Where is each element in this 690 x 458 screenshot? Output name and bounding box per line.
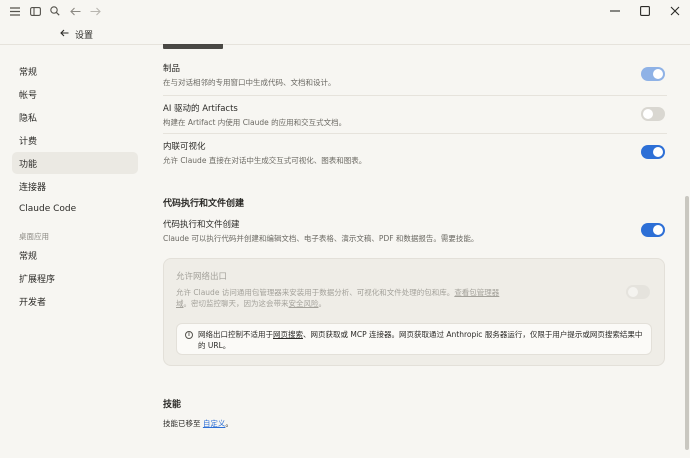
- setting-inline-visualization: 内联可视化 允许 Claude 直接在对话中生成交互式可视化、图表和图表。: [163, 141, 667, 166]
- inline-visualization-toggle[interactable]: [641, 145, 665, 159]
- network-notice: i 网络出口控制不适用于网页搜索、网页获取或 MCP 连接器。网页获取通过 An…: [176, 323, 652, 355]
- sidebar-toggle-icon[interactable]: [28, 4, 42, 18]
- setting-description: 允许 Claude 直接在对话中生成交互式可视化、图表和图表。: [163, 156, 367, 165]
- notice-text-part: 。: [222, 341, 231, 350]
- forward-arrow-icon[interactable]: [88, 4, 102, 18]
- sidebar-item-label: 功能: [19, 159, 38, 170]
- setting-artifacts: 制品 在与对话相邻的专用窗口中生成代码、文档和设计。: [163, 63, 667, 88]
- sidebar-item-connectors[interactable]: 连接器: [12, 175, 138, 197]
- sidebar-item-claude-code[interactable]: Claude Code: [12, 198, 138, 220]
- sidebar-item-billing[interactable]: 计费: [12, 129, 138, 151]
- title-bar-left-controls: [8, 4, 102, 18]
- sidebar-item-account[interactable]: 帐号: [12, 83, 138, 105]
- skills-text: 技能已移至: [163, 419, 203, 428]
- sidebar-item-label: 常规: [19, 67, 38, 78]
- sidebar-item-general[interactable]: 常规: [12, 60, 138, 82]
- sidebar-item-extensions[interactable]: 扩展程序: [12, 267, 138, 289]
- network-egress-card: 允许网络出口 允许 Claude 访问通用包管理器来安装用于数据分析、可视化和文…: [163, 258, 665, 366]
- sidebar-item-label: 扩展程序: [19, 274, 56, 285]
- search-icon[interactable]: [48, 4, 62, 18]
- setting-description: Claude 可以执行代码并创建和编辑文档、电子表格、演示文稿、PDF 和数据报…: [163, 234, 479, 243]
- setting-title: 代码执行和文件创建: [163, 220, 240, 230]
- sidebar-item-developer[interactable]: 开发者: [12, 290, 138, 312]
- section-heading-skills: 技能: [163, 400, 182, 410]
- page-title: 设置: [75, 31, 94, 41]
- setting-title: 内联可视化: [163, 142, 206, 152]
- code-execution-toggle[interactable]: [641, 223, 665, 237]
- sidebar-item-label: 连接器: [19, 182, 47, 193]
- back-arrow-icon[interactable]: [68, 4, 82, 18]
- web-search-link[interactable]: 网页搜索: [273, 330, 303, 339]
- settings-sidebar: 常规 帐号 隐私 计费 功能 连接器 Claude Code 桌面应用 常规 扩…: [12, 60, 138, 313]
- sidebar-item-label: 常规: [19, 251, 38, 262]
- setting-description: 在与对话相邻的专用窗口中生成代码、文档和设计。: [163, 78, 336, 87]
- row-divider: [163, 95, 667, 96]
- sidebar-item-features[interactable]: 功能: [12, 152, 138, 174]
- sidebar-item-label: 隐私: [19, 113, 38, 124]
- setting-ai-artifacts: AI 驱动的 Artifacts 构建在 Artifact 内使用 Claude…: [163, 103, 667, 128]
- sidebar-item-privacy[interactable]: 隐私: [12, 106, 138, 128]
- scrollbar[interactable]: [685, 196, 689, 450]
- setting-description: 构建在 Artifact 内使用 Claude 的应用和交互式文档。: [163, 118, 347, 127]
- notice-text: 网络出口控制不适用于网页搜索、网页获取或 MCP 连接器。网页获取通过 Anth…: [198, 329, 643, 351]
- header-divider: [0, 44, 690, 45]
- skills-text: 。: [225, 419, 233, 428]
- section-heading-code-execution: 代码执行和文件创建: [163, 199, 245, 209]
- skills-moved-text: 技能已移至 自定义。: [163, 418, 667, 429]
- title-bar: [0, 0, 690, 22]
- setting-description: 允许 Claude 访问通用包管理器来安装用于数据分析、可视化和文件处理的包和库…: [176, 287, 506, 309]
- security-risk-link[interactable]: 安全风险: [289, 299, 319, 308]
- sidebar-item-label: Claude Code: [19, 204, 77, 214]
- artifacts-toggle[interactable]: [641, 67, 665, 81]
- setting-title: 允许网络出口: [176, 272, 228, 282]
- close-icon[interactable]: [668, 4, 682, 18]
- minimize-icon[interactable]: [608, 4, 622, 18]
- sidebar-item-label: 开发者: [19, 297, 47, 308]
- settings-back-link[interactable]: 设置: [60, 28, 93, 41]
- window-controls: [608, 4, 682, 18]
- network-egress-toggle[interactable]: [626, 285, 650, 299]
- info-icon: i: [185, 331, 193, 339]
- setting-title: AI 驱动的 Artifacts: [163, 104, 238, 114]
- description-text: 。密切监控聊天，因为这会带来: [183, 299, 289, 308]
- sidebar-item-label: 计费: [19, 136, 38, 147]
- sidebar-item-label: 帐号: [19, 90, 38, 101]
- customize-link[interactable]: 自定义: [203, 419, 226, 428]
- sidebar-item-desktop-general[interactable]: 常规: [12, 244, 138, 266]
- setting-title: 制品: [163, 64, 181, 74]
- setting-code-execution: 代码执行和文件创建 Claude 可以执行代码并创建和编辑文档、电子表格、演示文…: [163, 219, 667, 244]
- back-arrow-icon: [60, 29, 69, 40]
- description-text: 。: [318, 299, 327, 308]
- menu-icon[interactable]: [8, 4, 22, 18]
- sidebar-section-desktop: 桌面应用: [19, 231, 49, 241]
- notice-text-part: 网络出口控制不适用于: [198, 330, 273, 339]
- description-text: 允许 Claude 访问通用包管理器来安装用于数据分析、可视化和文件处理的包和库…: [176, 288, 455, 297]
- ai-artifacts-toggle[interactable]: [641, 107, 665, 121]
- row-divider: [163, 133, 667, 134]
- maximize-icon[interactable]: [638, 4, 652, 18]
- clipped-section-heading: [163, 44, 223, 49]
